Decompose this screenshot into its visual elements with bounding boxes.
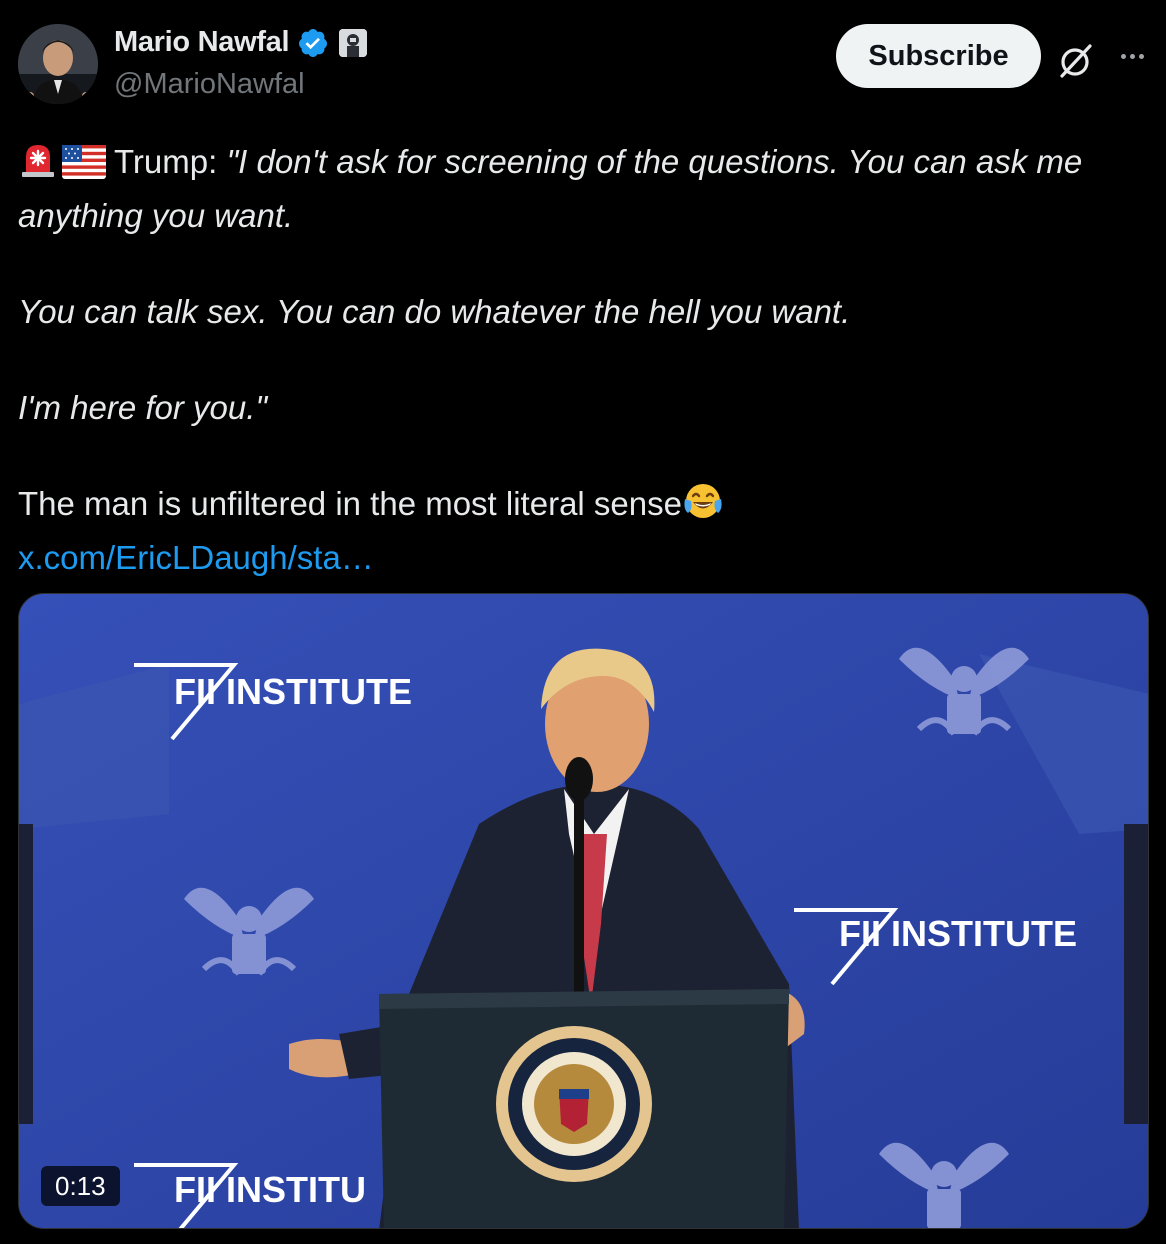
post-line-3: You can talk sex. You can do whatever th…: [18, 293, 851, 330]
post-line-2: anything you want.: [18, 197, 294, 234]
video-timecode: 0:13: [41, 1166, 120, 1206]
post-line-5-text: The man is unfiltered in the most litera…: [18, 485, 682, 522]
post-text: Trump: "I don't ask for screening of the…: [18, 138, 1148, 582]
banner-text-bottom: FII INSTITU: [174, 1169, 366, 1210]
subscribe-button[interactable]: Subscribe: [836, 24, 1041, 88]
author-handle[interactable]: @MarioNawfal: [114, 68, 305, 101]
banner-text-right: FII INSTITUTE: [839, 913, 1077, 954]
banner-text-top: FII INSTITUTE: [174, 671, 412, 712]
grok-icon[interactable]: [1056, 40, 1096, 80]
post-line-1: Trump: "I don't ask for screening of the…: [18, 138, 1148, 192]
post-line-1-prefix: Trump:: [114, 143, 227, 180]
us-flag-emoji-icon: [62, 144, 106, 192]
video-frame: FII INSTITUTE FII INSTITUTE FII INSTITU: [19, 594, 1148, 1228]
author-name[interactable]: Mario Nawfal: [114, 26, 290, 59]
siren-emoji-icon: [18, 139, 58, 192]
post-line-5: The man is unfiltered in the most litera…: [18, 480, 1148, 534]
video-player[interactable]: FII INSTITUTE FII INSTITUTE FII INSTITU: [18, 593, 1149, 1229]
verified-badge-icon[interactable]: [297, 27, 329, 59]
post-line-4: I'm here for you.": [18, 389, 268, 426]
more-icon[interactable]: [1112, 38, 1152, 74]
post-line-1-quote: "I don't ask for screening of the questi…: [226, 143, 1083, 180]
affiliation-badge-icon[interactable]: [339, 28, 368, 57]
lectern: [379, 989, 789, 1228]
avatar[interactable]: [18, 24, 98, 104]
author-name-row[interactable]: Mario Nawfal: [114, 26, 368, 59]
post-link[interactable]: x.com/EricLDaugh/sta…: [18, 534, 1148, 582]
tears-of-joy-emoji-icon: [682, 481, 724, 534]
tweet: Mario Nawfal @MarioNawfal Subscribe Trum…: [0, 0, 1166, 1244]
